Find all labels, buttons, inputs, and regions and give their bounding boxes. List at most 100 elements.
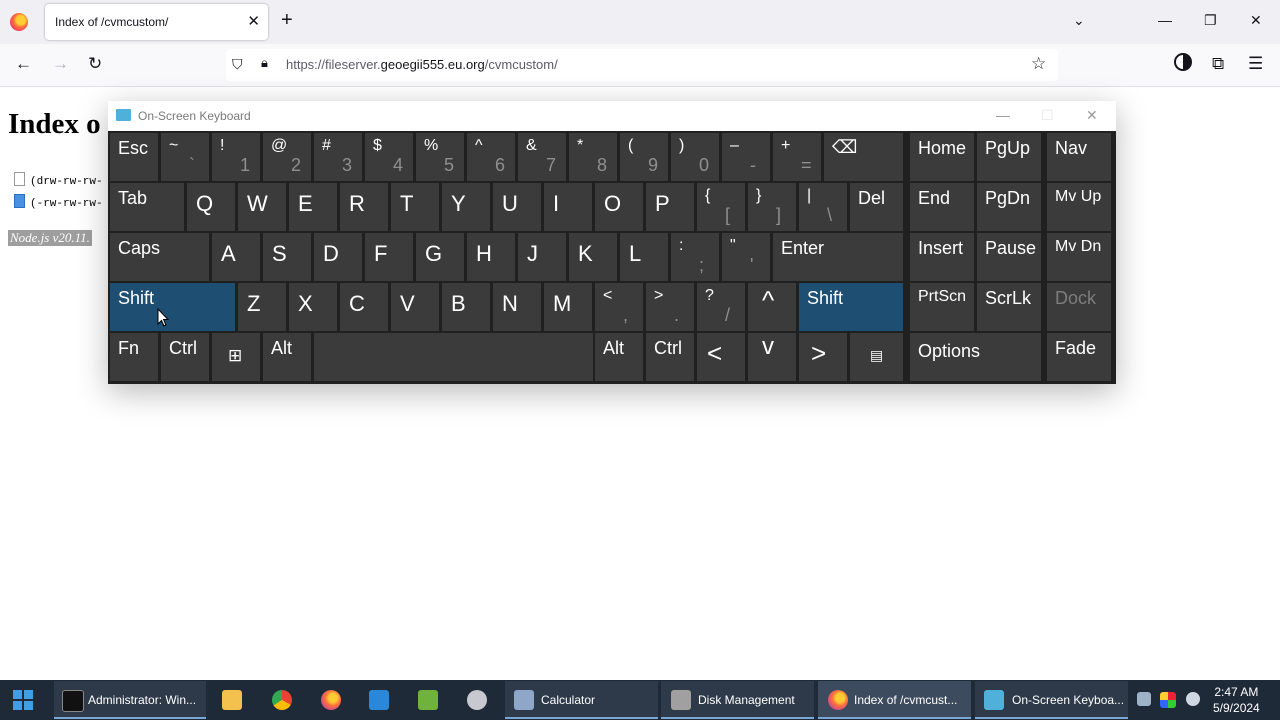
extensions-icon[interactable]: ⧉ [1212,54,1224,74]
key-insert[interactable]: Insert [910,233,974,281]
new-tab-button[interactable]: + [281,10,293,30]
key-comma[interactable]: <, [595,283,643,331]
key-x[interactable]: X [289,283,337,331]
key-backspace[interactable]: ⌫ [824,133,903,181]
key-mv-up[interactable]: Mv Up [1047,183,1111,231]
key-end[interactable]: End [910,183,974,231]
tracking-protection-shield-icon[interactable]: ⛉ [232,56,243,73]
key-space[interactable] [314,333,593,381]
key-r[interactable]: R [340,183,388,231]
key-shift-left[interactable]: Shift [110,283,235,331]
key-home[interactable]: Home [910,133,974,181]
key-2[interactable]: @2 [263,133,311,181]
address-bar[interactable]: ⛉ 🔒︎ https://fileserver.geoegii555.eu.or… [226,49,1058,81]
key-n[interactable]: N [493,283,541,331]
key-ctrl-right[interactable]: Ctrl [646,333,694,381]
key-left-arrow[interactable]: < [697,333,745,381]
bookmark-star-icon[interactable]: ☆ [1031,54,1046,74]
taskbar-item-osk[interactable]: On-Screen Keyboa... [975,681,1128,719]
key-fn[interactable]: Fn [110,333,158,381]
key-z[interactable]: Z [238,283,286,331]
paint-icon[interactable] [467,690,487,710]
account-icon[interactable] [1174,53,1192,71]
key-alt-left[interactable]: Alt [263,333,311,381]
key-nav[interactable]: Nav [1047,133,1111,181]
firefox-icon[interactable] [10,13,28,31]
key-f[interactable]: F [365,233,413,281]
key-9[interactable]: (9 [620,133,668,181]
key-v[interactable]: V [391,283,439,331]
list-item-text[interactable]: (drw-rw-rw- [30,176,103,188]
list-item-text[interactable]: (-rw-rw-rw- [30,198,103,210]
key-alt-right[interactable]: Alt [595,333,643,381]
tab-close-icon[interactable]: ✕ [247,12,260,30]
key-semicolon[interactable]: :; [671,233,719,281]
key-backtick[interactable]: ~ ` [161,133,209,181]
osk-minimize-icon[interactable]: — [996,107,1010,123]
key-0[interactable]: ) 0 [671,133,719,181]
key-tab[interactable]: Tab [110,183,184,231]
list-item[interactable]: (-rw-rw-rw- [14,194,103,210]
key-del[interactable]: Del [850,183,903,231]
key-enter[interactable]: Enter [773,233,903,281]
key-e[interactable]: E [289,183,337,231]
osk-close-icon[interactable]: ✕ [1086,107,1098,124]
sound-icon[interactable] [1186,692,1200,706]
file-explorer-icon[interactable] [222,690,242,710]
key-period[interactable]: >. [646,283,694,331]
system-clock[interactable]: 2:47 AM 5/9/2024 [1213,684,1260,716]
key-pause[interactable]: Pause [977,233,1041,281]
key-shift-right[interactable]: Shift [799,283,903,331]
key-h[interactable]: H [467,233,515,281]
notepad-plus-plus-icon[interactable] [418,690,438,710]
key-o[interactable]: O [595,183,643,231]
reload-icon[interactable]: ↻ [88,54,102,74]
key-b[interactable]: B [442,283,490,331]
back-icon[interactable]: ← [15,54,32,74]
key-4[interactable]: $4 [365,133,413,181]
key-a[interactable]: A [212,233,260,281]
taskbar-item-firefox[interactable]: Index of /cvmcust... [818,681,971,719]
key-k[interactable]: K [569,233,617,281]
key-3[interactable]: #3 [314,133,362,181]
key-u[interactable]: U [493,183,541,231]
close-window-icon[interactable]: ✕ [1250,12,1262,29]
key-g[interactable]: G [416,233,464,281]
menu-icon[interactable]: ☰ [1248,54,1263,74]
list-item[interactable]: (drw-rw-rw- [14,172,103,188]
start-button-icon[interactable] [13,690,33,710]
key-menu[interactable]: ▤ [850,333,903,381]
key-scrlk[interactable]: ScrLk [977,283,1041,331]
key-esc[interactable]: Esc [110,133,158,181]
key-right-arrow[interactable]: > [799,333,847,381]
key-ctrl-left[interactable]: Ctrl [161,333,209,381]
key-equals[interactable]: + = [773,133,821,181]
restore-window-icon[interactable]: ❐ [1204,12,1217,29]
key-j[interactable]: J [518,233,566,281]
url-text[interactable]: https://fileserver.geoegii555.eu.org/cvm… [286,57,558,72]
key-s[interactable]: S [263,233,311,281]
key-m[interactable]: M [544,283,592,331]
key-slash[interactable]: ? / [697,283,745,331]
key-5[interactable]: % 5 [416,133,464,181]
key-i[interactable]: I [544,183,592,231]
key-up-arrow[interactable]: ^ [748,283,796,331]
key-left-bracket[interactable]: {[ [697,183,745,231]
key-pgdn[interactable]: PgDn [977,183,1041,231]
list-tabs-icon[interactable]: ⌄ [1073,12,1085,29]
chrome-icon[interactable] [272,690,292,710]
browser-tab[interactable]: Index of /cvmcustom/ ✕ [45,4,268,40]
tray-app-icon[interactable] [1160,692,1176,708]
key-fade[interactable]: Fade [1047,333,1111,381]
key-q[interactable]: Q [187,183,235,231]
taskbar-item-disk-management[interactable]: Disk Management [661,681,814,719]
taskbar-item-calculator[interactable]: Calculator [505,681,658,719]
key-pgup[interactable]: PgUp [977,133,1041,181]
firefox-taskbar-icon[interactable] [321,690,341,710]
key-quote[interactable]: " ' [722,233,770,281]
key-windows[interactable]: ⊞ [212,333,260,381]
key-y[interactable]: Y [442,183,490,231]
taskbar-item-admin-cmd[interactable]: Administrator: Win... [54,681,206,719]
key-right-bracket[interactable]: }] [748,183,796,231]
key-t[interactable]: T [391,183,439,231]
